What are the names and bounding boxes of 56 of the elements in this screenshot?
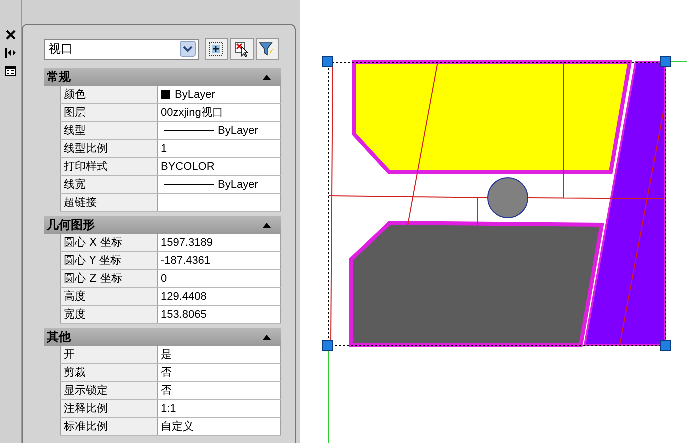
auto-hide-icon[interactable] (4, 48, 16, 58)
property-value[interactable]: 否 (158, 364, 281, 381)
funnel-icon (259, 41, 276, 57)
property-value[interactable]: -187.4361 (158, 252, 281, 269)
property-name: 开 (60, 346, 158, 363)
properties-icon[interactable] (5, 66, 16, 76)
property-value[interactable]: 00zxjing视口 (158, 104, 281, 121)
property-value[interactable]: ByLayer (158, 86, 281, 103)
selection-plus-icon (208, 41, 224, 57)
property-name: 超链接 (60, 194, 158, 211)
property-name: 显示锁定 (60, 382, 158, 399)
property-name: 圆心 Z 坐标 (60, 270, 158, 287)
property-name: 注释比例 (60, 400, 158, 417)
property-name: 圆心 Y 坐标 (60, 252, 158, 269)
category-header[interactable]: 其他 (44, 328, 281, 346)
collapse-icon[interactable] (263, 334, 271, 340)
category-title: 常规 (47, 68, 71, 86)
category-title: 几何图形 (47, 216, 95, 234)
property-value[interactable]: 1:1 (158, 400, 281, 417)
category-title: 其他 (47, 328, 71, 346)
object-type-dropdown[interactable]: 视口 (44, 38, 199, 60)
property-name: 线型比例 (60, 140, 158, 157)
collapse-icon[interactable] (263, 74, 271, 80)
line-sample-icon (164, 130, 214, 131)
property-value[interactable]: 自定义 (158, 418, 281, 435)
property-value[interactable]: 是 (158, 346, 281, 363)
property-name: 圆心 X 坐标 (60, 234, 158, 251)
property-value[interactable]: ByLayer (158, 176, 281, 193)
toggle-pickadd-button[interactable] (204, 38, 228, 60)
category-header[interactable]: 几何图形 (44, 216, 281, 234)
selected-viewport-drawing[interactable] (322, 56, 672, 352)
property-value[interactable]: 153.8065 (158, 306, 281, 323)
close-icon[interactable] (6, 30, 16, 40)
property-name: 颜色 (60, 86, 158, 103)
cursor-select-icon (234, 41, 250, 57)
quick-select-button[interactable] (256, 38, 279, 60)
select-objects-button[interactable] (230, 38, 254, 60)
property-name: 剪裁 (60, 364, 158, 381)
color-swatch-icon (161, 90, 170, 99)
property-value[interactable]: 否 (158, 382, 281, 399)
collapse-icon[interactable] (263, 222, 271, 228)
property-name: 宽度 (60, 306, 158, 323)
property-name: 线宽 (60, 176, 158, 193)
property-value[interactable]: 1 (158, 140, 281, 157)
property-value[interactable]: 1597.3189 (158, 234, 281, 251)
property-value[interactable]: 129.4408 (158, 288, 281, 305)
property-name: 标准比例 (60, 418, 158, 435)
property-name: 图层 (60, 104, 158, 121)
property-value[interactable]: BYCOLOR (158, 158, 281, 175)
property-value[interactable]: 0 (158, 270, 281, 287)
property-value[interactable]: ByLayer (158, 122, 281, 139)
line-sample-icon (164, 184, 214, 185)
property-name: 打印样式 (60, 158, 158, 175)
category-header[interactable]: 常规 (44, 68, 281, 86)
property-name: 线型 (60, 122, 158, 139)
property-name: 高度 (60, 288, 158, 305)
